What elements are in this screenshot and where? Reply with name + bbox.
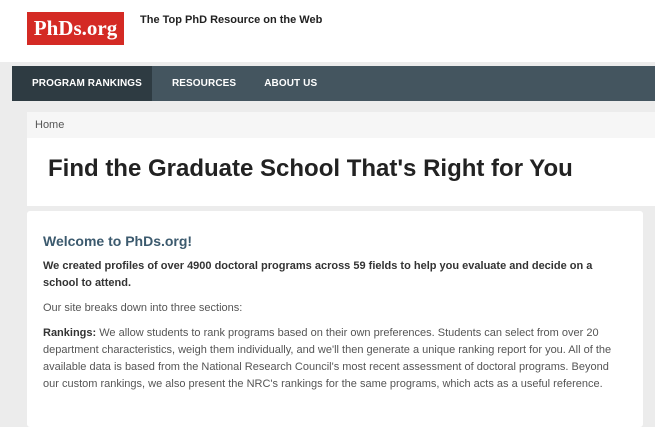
nav-resources[interactable]: RESOURCES [158,66,250,101]
nav-program-rankings[interactable]: PROGRAM RANKINGS [12,66,152,101]
welcome-heading: Welcome to PhDs.org! [43,233,193,249]
rankings-paragraph: Rankings: We allow students to rank prog… [43,325,627,393]
breadcrumb: Home [27,112,655,138]
main-nav: PROGRAM RANKINGS RESOURCES ABOUT US [12,66,655,101]
breadcrumb-home-link[interactable]: Home [35,119,64,131]
rankings-text: We allow students to rank programs based… [43,327,612,390]
page-title: Find the Graduate School That's Right fo… [48,155,573,182]
site-header: PhDs.org The Top PhD Resource on the Web [0,0,655,62]
sections-intro: Our site breaks down into three sections… [43,302,243,314]
site-tagline: The Top PhD Resource on the Web [140,14,323,26]
site-logo[interactable]: PhDs.org [27,12,124,45]
intro-paragraph: We created profiles of over 4900 doctora… [43,260,593,289]
title-block: Find the Graduate School That's Right fo… [27,138,655,206]
content-panel: Welcome to PhDs.org! We created profiles… [27,211,643,427]
nav-about-us[interactable]: ABOUT US [250,66,331,101]
rankings-label: Rankings: [43,327,97,339]
